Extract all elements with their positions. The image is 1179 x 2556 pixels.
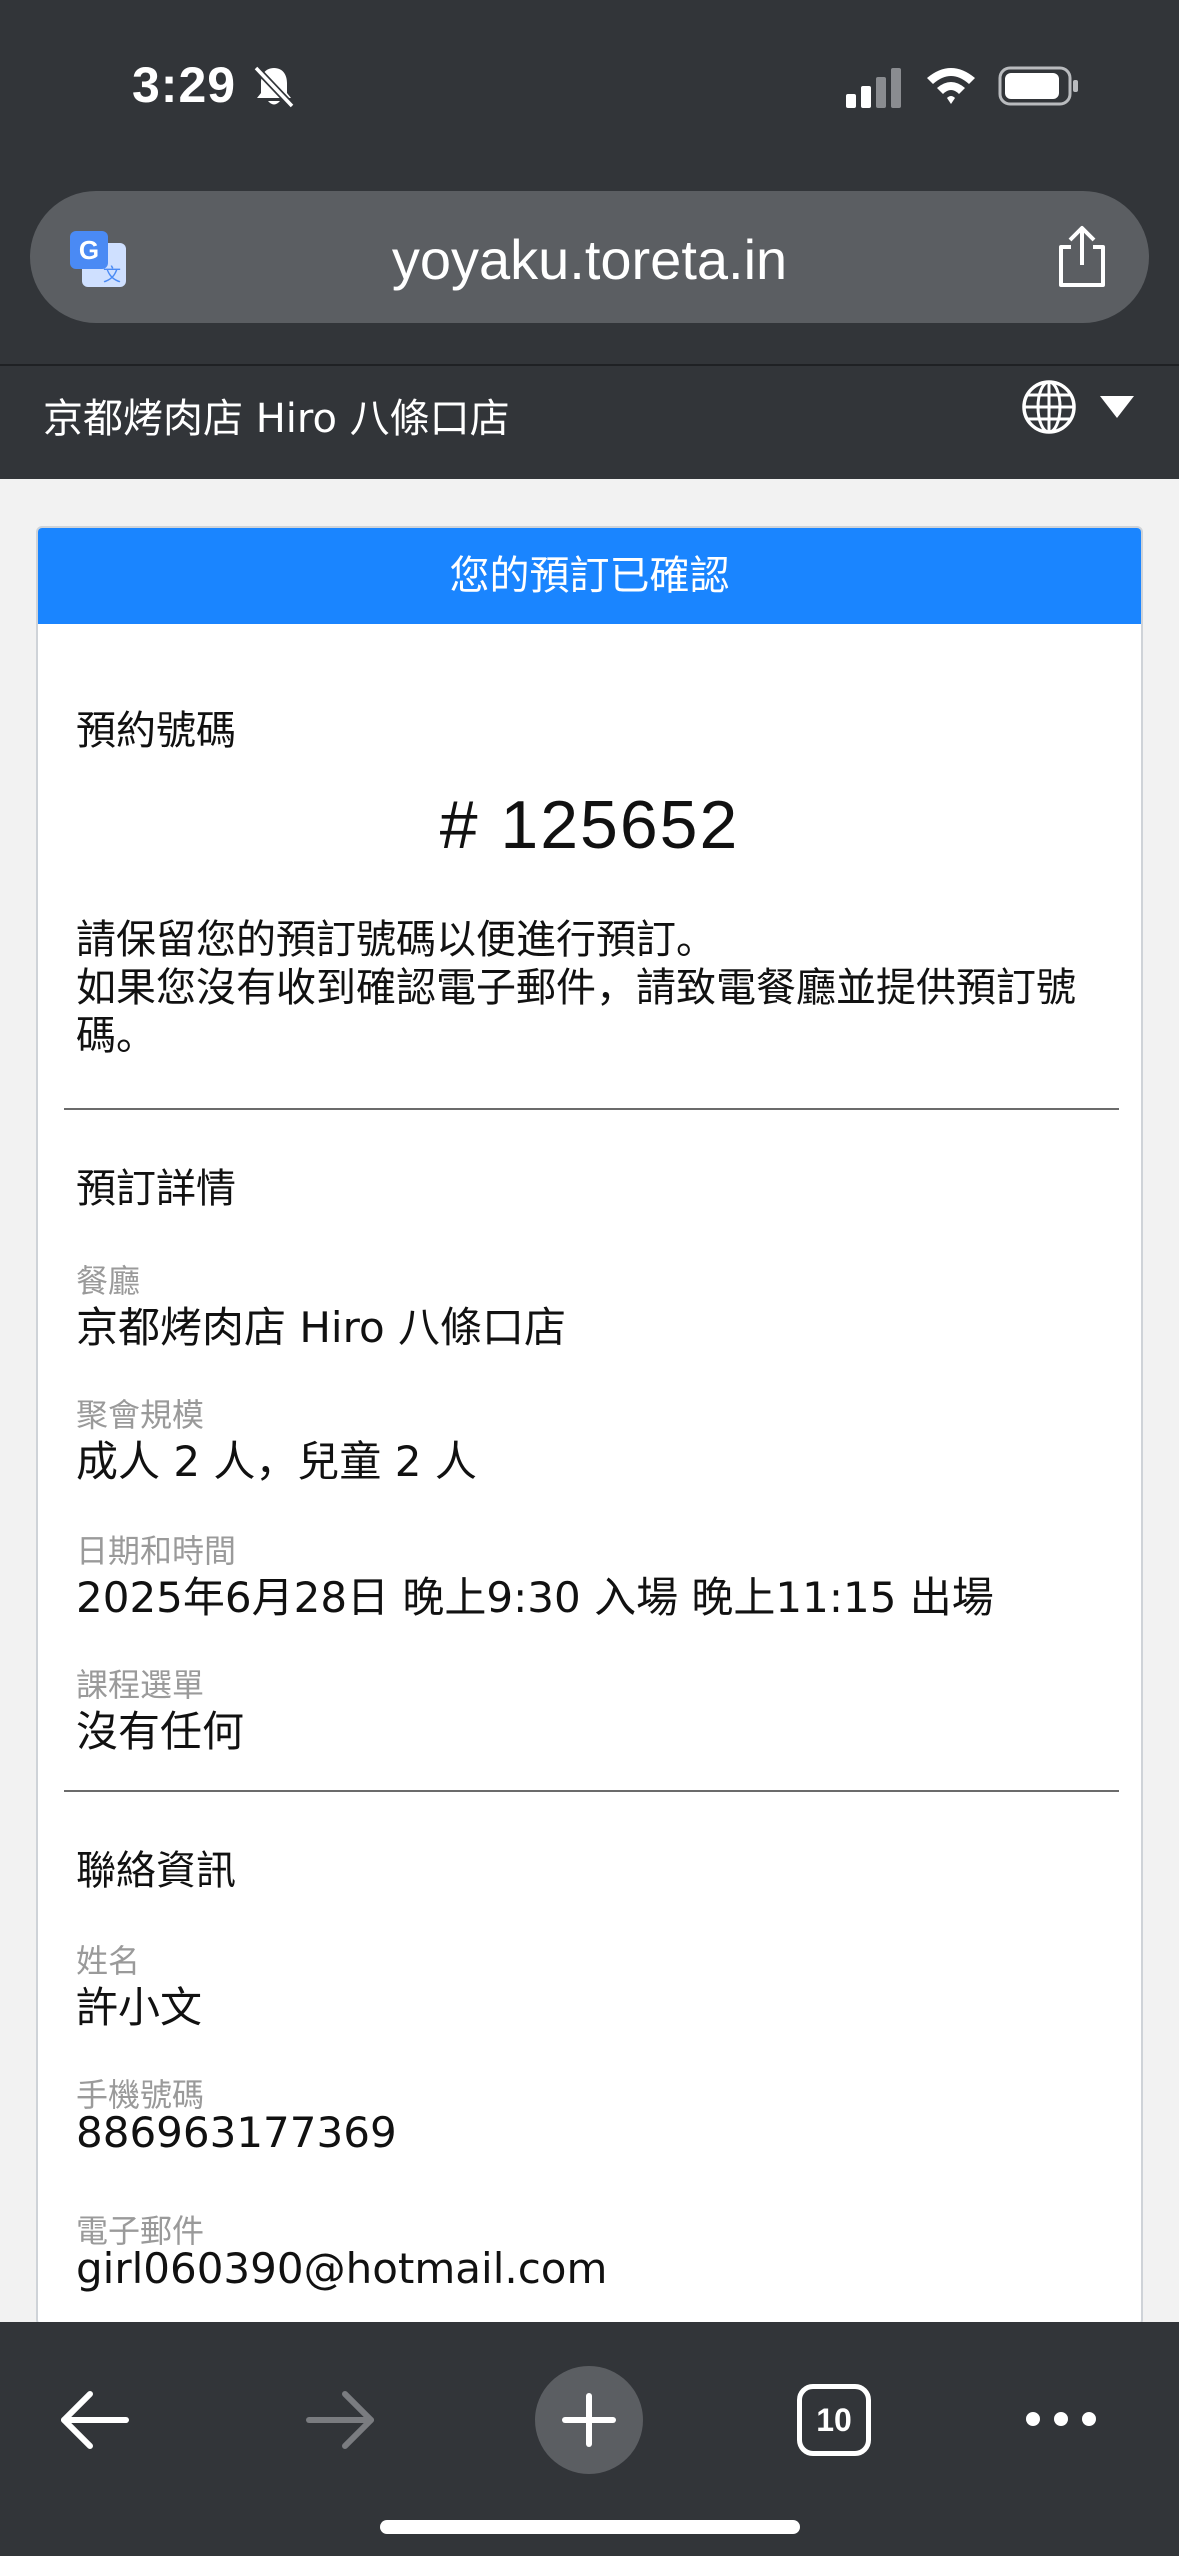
notice-line-1: 請保留您的預訂號碼以便進行預訂。 — [76, 917, 716, 963]
url-text[interactable]: yoyaku.toreta.in — [30, 227, 1149, 292]
header-restaurant-name: 京都烤肉店 Hiro 八條口店 — [43, 396, 510, 442]
divider — [64, 1790, 1119, 1792]
phone-value: 886963177369 — [76, 2108, 397, 2157]
browser-toolbar: 10 — [0, 2322, 1179, 2556]
forward-icon[interactable] — [305, 2388, 377, 2452]
new-tab-button[interactable] — [535, 2366, 643, 2474]
ref-heading: 預約號碼 — [76, 708, 236, 754]
home-indicator — [380, 2520, 800, 2534]
bell-slash-icon — [253, 65, 295, 109]
ref-number: # 125652 — [439, 787, 740, 863]
name-value: 許小文 — [76, 1983, 203, 2032]
tabs-button[interactable]: 10 — [797, 2384, 871, 2456]
battery-icon — [998, 66, 1078, 106]
course-value: 沒有任何 — [76, 1707, 245, 1756]
divider — [64, 1108, 1119, 1110]
plus-icon — [562, 2393, 616, 2447]
globe-icon[interactable] — [1020, 378, 1078, 436]
caret-down-icon[interactable] — [1098, 394, 1136, 420]
details-heading: 預訂詳情 — [76, 1166, 236, 1212]
signal-icon — [846, 68, 901, 108]
datetime-value: 2025年6月28日 晚上9:30 入場 晚上11:15 出場 — [76, 1573, 994, 1622]
browser-address-area: G 文 yoyaku.toreta.in — [0, 175, 1179, 364]
status-bar: 3:29 — [0, 0, 1179, 175]
more-icon[interactable] — [1024, 2404, 1098, 2434]
confirmation-title: 您的預訂已確認 — [38, 528, 1141, 624]
notice-line-2: 如果您沒有收到確認電子郵件，請致電餐廳並提供預訂號碼。 — [76, 965, 1076, 1059]
wifi-icon — [927, 68, 975, 104]
address-bar[interactable]: G 文 yoyaku.toreta.in — [30, 191, 1149, 323]
restaurant-value: 京都烤肉店 Hiro 八條口店 — [76, 1303, 566, 1352]
contact-heading: 聯絡資訊 — [76, 1848, 236, 1894]
confirmation-card: 您的預訂已確認 預約號碼 # 125652 請保留您的預訂號碼以便進行預訂。 如… — [36, 526, 1143, 2326]
status-time: 3:29 — [132, 57, 237, 113]
back-icon[interactable] — [58, 2388, 130, 2452]
share-icon[interactable] — [1053, 225, 1111, 289]
party-size-value: 成人 2 人，兒童 2 人 — [76, 1437, 477, 1486]
notice-text: 請保留您的預訂號碼以便進行預訂。 如果您沒有收到確認電子郵件，請致電餐廳並提供預… — [76, 916, 1116, 1060]
email-value: girl060390@hotmail.com — [76, 2244, 608, 2293]
restaurant-header: 京都烤肉店 Hiro 八條口店 — [0, 364, 1179, 479]
